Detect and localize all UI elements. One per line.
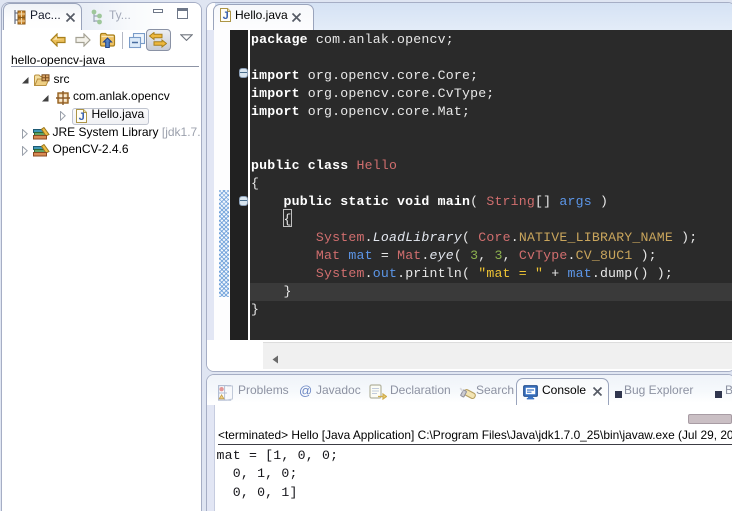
svg-text:J: J	[79, 111, 85, 123]
svg-text:J: J	[223, 10, 229, 22]
